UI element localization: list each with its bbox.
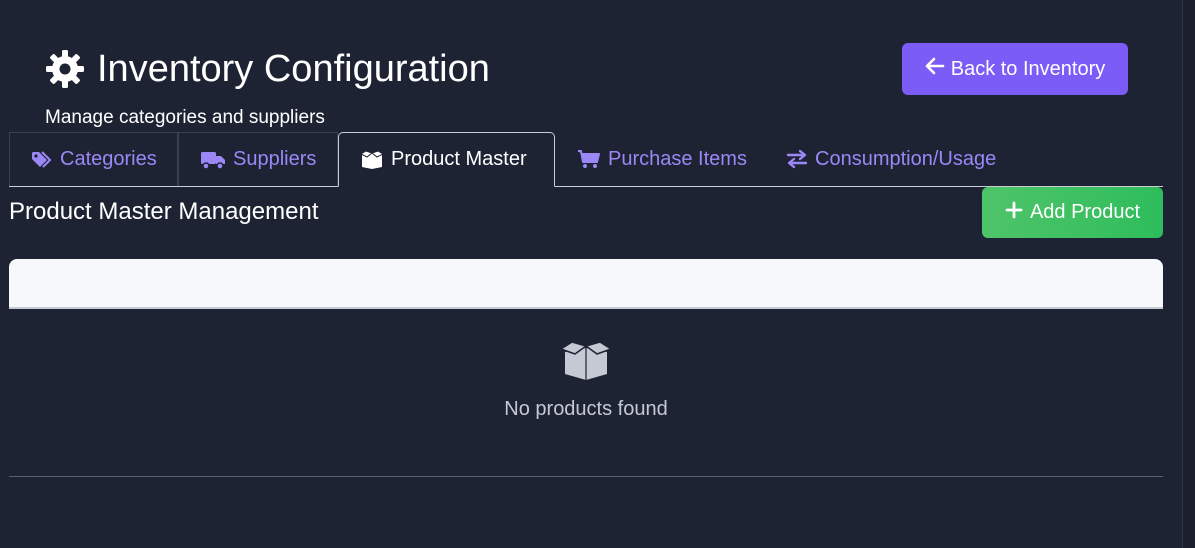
tab-product-master[interactable]: Product Master xyxy=(338,132,555,187)
plus-icon xyxy=(1005,201,1023,225)
gear-icon xyxy=(45,49,85,89)
divider xyxy=(9,476,1163,477)
tab-purchase-items[interactable]: Purchase Items xyxy=(555,132,764,186)
config-tabs: Categories Suppliers Product Master Purc… xyxy=(9,132,1163,187)
box-open-icon xyxy=(560,340,612,387)
back-to-inventory-button[interactable]: Back to Inventory xyxy=(902,43,1128,95)
truck-icon xyxy=(200,150,226,170)
tab-consumption-usage[interactable]: Consumption/Usage xyxy=(764,132,1024,186)
page-header: Inventory Configuration xyxy=(45,45,490,93)
page: Inventory Configuration Manage categorie… xyxy=(0,0,1195,548)
tab-label: Purchase Items xyxy=(608,147,747,170)
tab-categories[interactable]: Categories xyxy=(9,132,178,186)
box-open-icon xyxy=(360,149,384,170)
section-title: Product Master Management xyxy=(9,198,319,225)
exchange-icon xyxy=(786,149,808,169)
cart-icon xyxy=(577,149,601,169)
page-title: Inventory Configuration xyxy=(97,48,490,90)
page-subtitle: Manage categories and suppliers xyxy=(45,107,325,128)
tab-label: Suppliers xyxy=(233,148,317,170)
tab-label: Consumption/Usage xyxy=(815,147,997,170)
back-button-label: Back to Inventory xyxy=(950,57,1106,80)
add-button-label: Add Product xyxy=(1029,201,1141,223)
arrow-left-icon xyxy=(925,57,945,81)
products-table-header xyxy=(9,259,1163,309)
add-product-button[interactable]: Add Product xyxy=(982,187,1163,238)
tab-label: Categories xyxy=(60,148,157,170)
scrollbar[interactable] xyxy=(1182,0,1195,548)
tags-icon xyxy=(31,150,53,169)
tab-label: Product Master xyxy=(391,148,527,170)
empty-state-message: No products found xyxy=(504,398,668,420)
tab-suppliers[interactable]: Suppliers xyxy=(178,132,338,186)
